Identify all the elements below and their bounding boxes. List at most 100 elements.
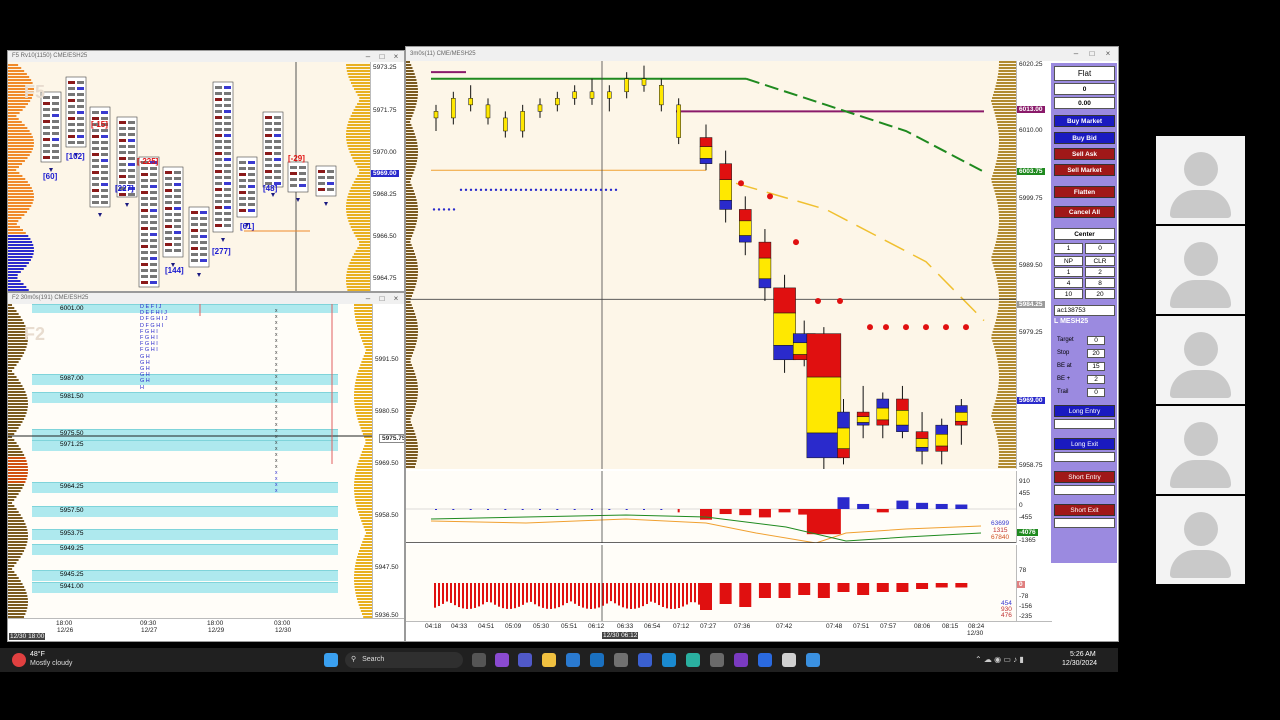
volume-profile-bar <box>998 460 1024 462</box>
candle-body <box>659 84 664 106</box>
settings-icon[interactable] <box>710 653 724 667</box>
maximize-icon[interactable]: □ <box>376 51 388 62</box>
main-price-plot[interactable] <box>406 61 1024 471</box>
preset-qty-button[interactable]: 2 <box>1085 267 1115 277</box>
system-tray-icons[interactable]: ⌃ ☁ ◉ ▭ ♪ ▮ <box>975 656 1055 664</box>
buy-market-button[interactable]: Buy Market <box>1054 115 1115 127</box>
volume-profile-bar <box>406 412 413 414</box>
footprint-cell <box>77 81 84 84</box>
be-plus-input[interactable]: 2 <box>1087 375 1105 384</box>
store-icon[interactable] <box>566 653 580 667</box>
teams-icon[interactable] <box>518 653 532 667</box>
volume-profile-bar <box>8 610 27 612</box>
copilot-icon[interactable] <box>495 653 509 667</box>
np-button[interactable]: NP <box>1054 256 1083 266</box>
short-exit-select[interactable] <box>1054 518 1115 528</box>
close-icon[interactable]: × <box>1102 47 1114 61</box>
preset-qty-button[interactable]: 1 <box>1054 267 1083 277</box>
app-icon[interactable] <box>638 653 652 667</box>
mail-icon[interactable] <box>590 653 604 667</box>
f2-title-bar[interactable]: F2 30m0s(191) CME/ESH25 – □ × <box>8 293 404 304</box>
cancel-all-button[interactable]: Cancel All <box>1054 206 1115 218</box>
preset-qty-button[interactable]: 8 <box>1085 278 1115 288</box>
minimize-icon[interactable]: – <box>362 51 374 62</box>
weather-icon[interactable] <box>12 653 26 667</box>
close-icon[interactable]: × <box>390 293 402 304</box>
file-explorer-icon[interactable] <box>542 653 556 667</box>
volume-profile-bar <box>358 421 372 423</box>
candle-body <box>876 419 890 426</box>
f5-plot-area[interactable]: F5 [60] [102] [-15] [227] [-225] [144] [277] [6… <box>8 62 370 291</box>
minimize-icon[interactable]: – <box>1070 47 1082 61</box>
volume-profile-bar <box>999 61 1024 63</box>
volume-profile-bar <box>406 409 415 411</box>
f2-plot-area[interactable]: 6001.00 5987.00 5981.50 5975.50 5971.25 5964.… <box>8 304 372 618</box>
long-entry-button[interactable]: Long Entry <box>1054 405 1115 417</box>
be-at-input[interactable]: 15 <box>1087 362 1105 371</box>
volume-profile-bar <box>346 139 370 141</box>
stop-input[interactable]: 20 <box>1087 349 1105 358</box>
minimize-icon[interactable]: – <box>362 293 374 304</box>
center-button[interactable]: Center <box>1054 228 1115 240</box>
footprint-cell <box>52 102 59 105</box>
x-label: 04:51 <box>478 623 495 630</box>
app-icon[interactable] <box>806 653 820 667</box>
clr-button[interactable]: CLR <box>1085 256 1115 266</box>
edge-icon[interactable] <box>686 653 700 667</box>
volume-profile-bar <box>406 364 412 366</box>
app-icon[interactable] <box>614 653 628 667</box>
zoom-icon[interactable] <box>758 653 772 667</box>
sell-ask-button[interactable]: Sell Ask <box>1054 148 1115 160</box>
account-select[interactable]: ac138753 <box>1054 305 1115 316</box>
volume-profile-bar <box>994 169 1020 171</box>
short-entry-select[interactable] <box>1054 485 1115 495</box>
volume-bar <box>562 583 564 606</box>
flatten-button[interactable]: Flatten <box>1054 186 1115 198</box>
f2-chart-window: F2 30m0s(191) CME/ESH25 – □ × 6001.00 598… <box>7 292 405 642</box>
volume-profile-bar <box>406 70 414 72</box>
volume-profile-bar <box>406 421 411 423</box>
outlook-icon[interactable] <box>662 653 676 667</box>
volume-profile-bar <box>406 262 418 264</box>
quantity-right-input[interactable]: 0 <box>1085 243 1115 254</box>
target-input[interactable]: 0 <box>1087 336 1105 345</box>
start-icon[interactable] <box>324 653 338 667</box>
long-exit-button[interactable]: Long Exit <box>1054 438 1115 450</box>
trail-input[interactable]: 0 <box>1087 388 1105 397</box>
cursor-price-tag: 5984.25 <box>1017 301 1045 308</box>
volume-profile-bar <box>346 208 370 210</box>
volume-profile-bar <box>8 502 13 504</box>
volume-profile-bar <box>997 361 1023 363</box>
f5-title-bar[interactable]: F5 Rv10(1150) CME/ESH25 – □ × <box>8 51 404 62</box>
preset-qty-button[interactable]: 4 <box>1054 278 1083 288</box>
preset-qty-button[interactable]: 10 <box>1054 289 1083 299</box>
tpo-row: F G H I <box>140 335 158 341</box>
volume-profile-bar <box>8 391 26 393</box>
short-exit-button[interactable]: Short Exit <box>1054 504 1115 516</box>
long-entry-select[interactable] <box>1054 419 1115 429</box>
visual-studio-icon[interactable] <box>734 653 748 667</box>
volume-profile-bar <box>406 439 417 441</box>
volume-profile-bar <box>8 163 23 165</box>
short-entry-button[interactable]: Short Entry <box>1054 471 1115 483</box>
long-exit-select[interactable] <box>1054 452 1115 462</box>
quantity-input[interactable]: 1 <box>1054 243 1083 254</box>
volume-profile-bar <box>406 64 412 66</box>
search-box[interactable]: ⚲ Search <box>345 652 463 668</box>
task-view-icon[interactable] <box>472 653 486 667</box>
buy-bid-button[interactable]: Buy Bid <box>1054 132 1115 144</box>
candle-body <box>739 209 752 222</box>
sell-market-button[interactable]: Sell Market <box>1054 164 1115 176</box>
maximize-icon[interactable]: □ <box>1086 47 1098 61</box>
maximize-icon[interactable]: □ <box>376 293 388 304</box>
oscillator-pane[interactable] <box>406 471 1016 544</box>
preset-qty-button[interactable]: 20 <box>1085 289 1115 299</box>
close-icon[interactable]: × <box>390 51 402 62</box>
volume-profile-bar <box>355 319 372 321</box>
main-title-bar[interactable]: 3m0s(11) CME/MESH25 – □ × <box>406 47 1118 61</box>
volume-profile-bar <box>406 139 417 141</box>
volume-pane[interactable] <box>406 545 1016 621</box>
trading-app-icon[interactable] <box>782 653 796 667</box>
footprint-cell <box>239 173 246 176</box>
volume-profile-bar <box>406 295 412 297</box>
